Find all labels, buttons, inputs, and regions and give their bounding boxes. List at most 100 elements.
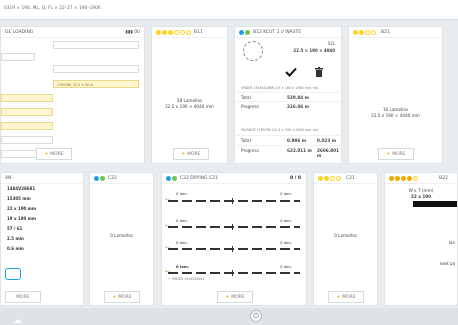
check-icon[interactable] xyxy=(285,67,297,77)
drying-track xyxy=(168,200,300,202)
production-tab[interactable]: 0319 × 190, ML, Q, FL × 22–27 × 190–1906 xyxy=(4,5,101,10)
status-dots xyxy=(239,30,250,35)
loading-field-2[interactable] xyxy=(53,65,139,73)
loading-field-1[interactable] xyxy=(53,41,139,49)
card-title: B22 xyxy=(439,176,448,181)
saw-icon xyxy=(243,41,263,61)
plus-icon: + xyxy=(386,151,391,157)
info-line: 57 / 61 xyxy=(7,226,23,231)
track-left-label: 0 lam. xyxy=(176,240,188,245)
plus-icon: + xyxy=(112,294,117,300)
more-label: MORE xyxy=(50,151,64,157)
power-icon[interactable]: ⏻ xyxy=(250,310,262,322)
cut-code: S2L xyxy=(327,41,335,46)
card-title: C22 xyxy=(108,176,117,181)
track-left-label: 0 lam. xyxy=(176,191,188,196)
track-right-label: 0 lam. xyxy=(280,218,292,223)
loading-field-selected[interactable]: 1765780, 22.5 × 90 m xyxy=(53,80,139,88)
station-card-b11[interactable]: B11 28 Lamellas 22.5 x 190 × 4040 mm + M… xyxy=(151,26,228,164)
track-right-label: 0 lam. xyxy=(280,191,292,196)
card-title: GE LOADING xyxy=(5,30,34,35)
lamella-count: 0 Lamellas xyxy=(334,233,357,238)
progress-bar xyxy=(413,201,457,207)
card-header: C22 DRYING C21 0 / 0 xyxy=(162,173,306,184)
status-dots xyxy=(318,176,341,181)
status-dots xyxy=(166,176,177,181)
info-line: 15305 mm xyxy=(7,196,31,201)
track-right-label: 0 lam. xyxy=(280,240,292,245)
drying-status: 0 / 0 xyxy=(289,176,301,181)
cut-dims: 22.5 × 190 × 4040 xyxy=(293,48,335,53)
more-button[interactable]: + MORE xyxy=(104,291,140,303)
info-line: 0.6 min xyxy=(7,246,24,251)
card-header: B12 KCUT 1 // WASTE xyxy=(235,27,341,38)
track-left-label: 0 lam. xyxy=(176,218,188,223)
side-label: lan xyxy=(448,240,455,245)
card-title: B11 xyxy=(194,30,203,35)
loading-field-side[interactable] xyxy=(1,53,35,61)
lamella-count: 16 Lamellas xyxy=(382,107,409,112)
order-note: + ORDER 1549432681 xyxy=(168,277,205,281)
more-button[interactable]: MORE xyxy=(5,291,41,303)
card-header: GE LOADING ▮▮▮ 00 xyxy=(1,27,144,38)
station-card-c22[interactable]: C22 0 Lamellas + MORE xyxy=(89,172,154,306)
track-right-label: 0 lam. xyxy=(280,264,292,269)
dims-header: W x T (mm) xyxy=(408,188,434,193)
card-header: C22 xyxy=(90,173,153,184)
card-title: C22 DRYING C21 xyxy=(180,176,218,181)
card-header: C21 xyxy=(314,173,377,184)
package-total-row: Total 0.986 m 0.023 m xyxy=(235,135,341,144)
lamella-count: 0 Lamellas xyxy=(110,233,133,238)
loading-field-yellow-2[interactable] xyxy=(1,94,53,102)
loading-field-yellow-3[interactable] xyxy=(1,108,53,116)
info-card[interactable]: AN 1484V28681 15305 mm 22 x 190 mm 19 x … xyxy=(0,172,84,306)
more-button[interactable]: + MORE xyxy=(36,148,72,160)
drying-track xyxy=(168,272,300,274)
info-line: 2.5 min xyxy=(7,236,24,241)
total-row: Total 529.84 m xyxy=(235,92,341,101)
trash-icon[interactable] xyxy=(315,67,323,77)
status-dots xyxy=(389,176,418,181)
card-title: B12 KCUT 1 // WASTE xyxy=(253,30,302,35)
barcode-badge: ▮▮▮ 00 xyxy=(125,30,140,35)
order-label: ORDER 1549432868 (19 × 180 × 2060 mm, ml… xyxy=(241,86,319,90)
package-label: PACKAGE 1765780 (22.9 × 190 × 4040 mm, m… xyxy=(241,128,319,132)
loading-field-3[interactable] xyxy=(1,136,53,144)
plus-icon: + xyxy=(44,151,49,157)
plus-icon: + xyxy=(336,294,341,300)
more-button[interactable]: + MORE xyxy=(378,148,414,160)
lamella-count: 28 Lamellas xyxy=(176,98,203,103)
card-title: AN xyxy=(5,176,12,181)
card-header: B11 xyxy=(152,27,227,38)
top-bar: 0319 × 190, ML, Q, FL × 22–27 × 190–1906 xyxy=(0,0,458,20)
loading-card[interactable]: GE LOADING ▮▮▮ 00 1765780, 22.5 × 90 m +… xyxy=(0,26,145,164)
card-header: AN xyxy=(1,173,83,184)
progress-row: Progress 226.06 m xyxy=(235,101,341,110)
status-dots xyxy=(353,30,376,35)
more-button[interactable]: + MORE xyxy=(173,148,209,160)
package-progress-row: Progress 622.011 m 2606.801 m xyxy=(235,145,341,158)
station-card-b22[interactable]: B22 W x T (mm) 22 x 190 lan next pa xyxy=(384,172,458,306)
station-card-b12[interactable]: B12 KCUT 1 // WASTE S2L 22.5 × 190 × 404… xyxy=(234,26,342,164)
card-title: C21 xyxy=(346,176,355,181)
more-button[interactable]: + MORE xyxy=(217,291,253,303)
drying-card[interactable]: C22 DRYING C21 0 / 0 0 lam. 0 lam. ← 0 l… xyxy=(161,172,307,306)
lamella-dims: 22.5 x 190 × 4040 mm xyxy=(371,113,420,118)
info-line: 1484V28681 xyxy=(7,186,36,191)
station-card-c21[interactable]: C21 0 Lamellas + MORE xyxy=(313,172,378,306)
station-card-b21[interactable]: B21 16 Lamellas 22.5 x 190 × 4040 mm + M… xyxy=(348,26,443,164)
card-title: B21 xyxy=(381,30,390,35)
caret-icon xyxy=(14,319,22,323)
loading-field-yellow-4[interactable] xyxy=(1,122,53,130)
drying-track xyxy=(168,226,300,228)
stack-icon xyxy=(5,268,21,280)
bottom-bar xyxy=(0,308,458,325)
lamella-dims: 22.5 x 190 × 4040 mm xyxy=(165,104,214,109)
dims-value: 22 x 190 xyxy=(410,194,432,199)
plus-icon: + xyxy=(181,151,186,157)
more-button[interactable]: + MORE xyxy=(328,291,364,303)
field-value: 1765780, 22.5 × 90 m xyxy=(57,82,94,87)
drying-track xyxy=(168,248,300,250)
side-label: next pa xyxy=(439,261,455,266)
card-header: B22 xyxy=(385,173,457,184)
